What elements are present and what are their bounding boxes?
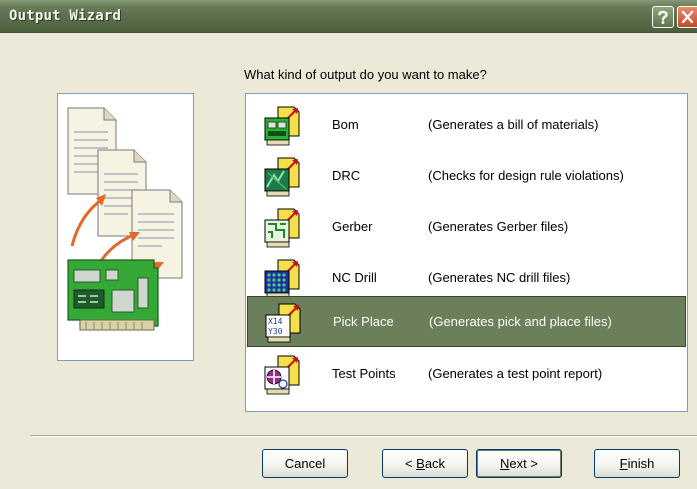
output-item-name: Test Points (332, 366, 396, 381)
circuit-board-icon (67, 259, 159, 331)
output-item-name: Bom (332, 117, 359, 132)
output-item-description: (Generates pick and place files) (429, 314, 612, 329)
footer-divider (30, 435, 697, 437)
back-button-mnemonic: B (416, 456, 425, 471)
back-button[interactable]: < Back (382, 449, 468, 478)
output-type-list[interactable]: Bom (Generates a bill of materials) DRC … (245, 93, 688, 412)
drc-icon (264, 157, 300, 197)
finish-button[interactable]: Finish (594, 449, 680, 478)
finish-button-label: inish (627, 456, 655, 471)
window-title: Output Wizard (9, 8, 122, 24)
pick-place-icon: X14 Y30 (265, 303, 301, 343)
output-item-name: DRC (332, 168, 361, 183)
output-item-description: (Generates a test point report) (428, 366, 603, 381)
close-button[interactable] (677, 6, 697, 28)
svg-text:Y30: Y30 (268, 327, 283, 336)
output-item-description: (Generates Gerber files) (428, 219, 569, 234)
output-item-description: (Generates NC drill files) (428, 270, 571, 285)
cancel-button-label: Cancel (284, 456, 326, 471)
output-item-test-points[interactable]: Test Points (Generates a test point repo… (247, 349, 686, 400)
output-item-description: (Generates a bill of materials) (428, 117, 599, 132)
svg-text:X14: X14 (268, 317, 283, 326)
output-item-pick-place[interactable]: X14 Y30 Pick Place (Generates pick and p… (247, 296, 686, 347)
help-icon (658, 10, 668, 24)
back-button-label: ack (424, 456, 446, 471)
bom-icon (264, 106, 300, 146)
output-item-name: Gerber (332, 219, 373, 234)
output-item-gerber[interactable]: Gerber (Generates Gerber files) (247, 202, 686, 253)
next-button-mnemonic: N (500, 456, 510, 471)
next-button[interactable]: Next > (476, 449, 562, 478)
output-item-drc[interactable]: DRC (Checks for design rule violations) (247, 151, 686, 202)
back-button-prefix: < (404, 456, 417, 471)
cancel-button[interactable]: Cancel (262, 449, 348, 478)
output-item-bom[interactable]: Bom (Generates a bill of materials) (247, 100, 686, 151)
wizard-prompt: What kind of output do you want to make? (244, 67, 487, 82)
output-item-name: Pick Place (333, 314, 394, 329)
help-button[interactable] (652, 6, 674, 28)
next-button-label: ext > (509, 456, 538, 471)
output-item-name: NC Drill (332, 270, 377, 285)
output-item-description: (Checks for design rule violations) (428, 168, 624, 183)
wizard-illustration (57, 93, 194, 361)
finish-button-mnemonic: F (619, 456, 628, 471)
nc-drill-icon (264, 259, 300, 299)
test-points-icon (264, 355, 300, 395)
gerber-icon (264, 208, 300, 248)
close-icon (681, 10, 694, 24)
title-bar[interactable]: Output Wizard (0, 0, 697, 33)
